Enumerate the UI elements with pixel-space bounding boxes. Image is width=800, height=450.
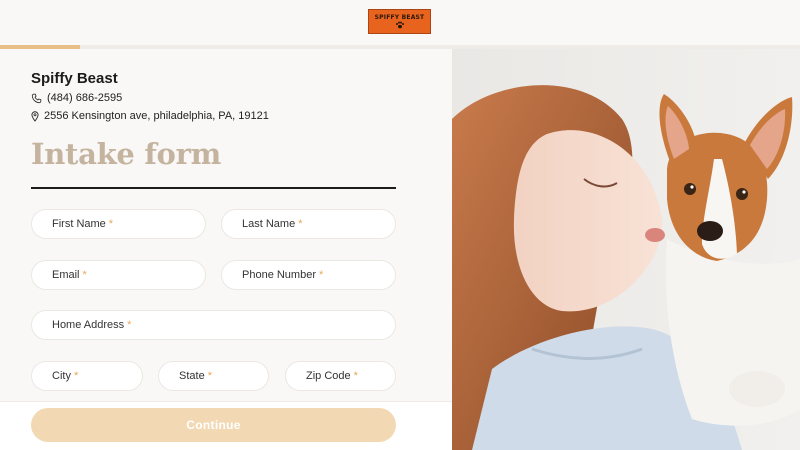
first-name-field[interactable]: First Name * [31,209,206,239]
required-mark: * [207,370,212,382]
zip-code-field[interactable]: Zip Code * [285,361,396,391]
city-label: City [52,370,71,382]
email-label: Email [52,269,80,281]
state-label: State [179,370,205,382]
zip-code-label: Zip Code [306,370,351,382]
required-mark: * [108,218,114,230]
logo-text: SPIFFY BEAST [374,14,425,21]
location-pin-icon [31,110,39,122]
title-divider [31,187,396,189]
required-mark: * [353,370,358,382]
page-title: Intake form [31,137,221,171]
brand-logo[interactable]: SPIFFY BEAST [368,9,431,34]
required-mark: * [73,370,79,382]
business-phone-text: (484) 686-2595 [47,92,123,104]
required-mark: * [319,269,324,281]
city-field[interactable]: City * [31,361,143,391]
business-address: 2556 Kensington ave, philadelphia, PA, 1… [31,110,269,122]
state-field[interactable]: State * [158,361,269,391]
woman-kissing-puppy-image [452,49,800,450]
continue-button[interactable]: Continue [31,408,396,442]
phone-number-field[interactable]: Phone Number * [221,260,396,290]
email-field[interactable]: Email * [31,260,206,290]
home-address-label: Home Address [52,319,125,331]
hero-photo [452,49,800,450]
phone-icon [31,93,42,103]
required-mark: * [82,269,87,281]
home-address-field[interactable]: Home Address * [31,310,396,340]
top-bar: SPIFFY BEAST [0,0,800,45]
last-name-field[interactable]: Last Name * [221,209,396,239]
required-mark: * [127,319,132,331]
first-name-label: First Name [52,218,106,230]
phone-number-label: Phone Number [242,269,316,281]
business-phone[interactable]: (484) 686-2595 [31,92,122,104]
business-address-text: 2556 Kensington ave, philadelphia, PA, 1… [44,110,269,122]
last-name-label: Last Name [242,218,296,230]
business-name: Spiffy Beast [31,70,118,87]
paw-icon [395,21,404,29]
required-mark: * [298,218,303,230]
